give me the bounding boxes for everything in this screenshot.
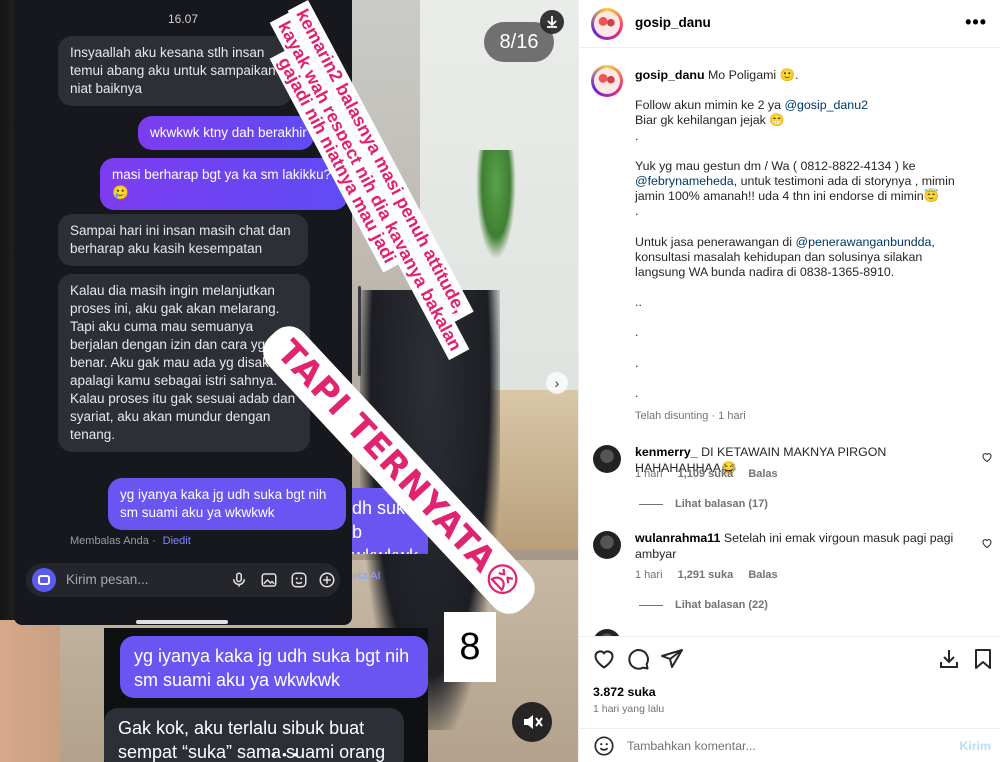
post-caption: gosip_danu Mo Poligami 🙂. Follow akun mi… (635, 68, 975, 424)
post-sidebar: gosip_danu ••• gosip_danu Mo Poligami 🙂.… (578, 0, 1000, 762)
comment-username[interactable]: kenmerry_ (635, 445, 698, 459)
post-time-ago: 1 hari yang lalu (593, 703, 665, 715)
caption-dots: . (635, 355, 639, 370)
chat-bubble-outgoing: wkwkwk ktny dah berakhir (138, 116, 314, 150)
muted-audio-icon[interactable] (512, 702, 552, 742)
comment-time: 1 hari (635, 468, 663, 480)
caption-follow-text: Follow akun mimin ke 2 ya (635, 98, 785, 113)
caption-link-febrynameheda[interactable]: @febrynameheda (635, 174, 734, 188)
avatar[interactable] (593, 629, 621, 636)
page-number-label: 8 (444, 612, 496, 682)
plus-icon (319, 572, 335, 588)
sticker-icon (291, 572, 307, 588)
chat-scrollbar (358, 286, 361, 376)
post-media[interactable]: dh suka b wkwkwk leta AI yg iyanya kaka … (0, 0, 578, 762)
gallery-icon (261, 573, 277, 587)
reply-button[interactable]: Balas (748, 468, 777, 480)
post-header: gosip_danu ••• (579, 0, 1000, 48)
caption-jasa-text: Untuk jasa penerawangan di (635, 234, 796, 249)
chat-bubble-incoming: Sampai hari ini insan masih chat dan ber… (58, 214, 308, 266)
caption-link-gosip-danu2[interactable]: @gosip_danu2 (784, 98, 868, 112)
add-comment-bar: Kirim (579, 728, 1000, 762)
comment-icon[interactable] (626, 647, 650, 671)
reply-button[interactable]: Balas (748, 569, 777, 581)
avatar[interactable] (591, 65, 623, 97)
home-indicator (136, 620, 228, 624)
caption-link-penerawanganbundda[interactable]: @penerawanganbundda (796, 235, 932, 249)
message-composer: Kirim pesan... (26, 563, 340, 597)
comment-like-heart-icon[interactable] (981, 451, 993, 463)
caption-gestun-text: Yuk yg mau gestun dm / Wa ( 0812-8822-41… (635, 158, 916, 173)
chat-bubble-incoming: Insyaallah aku kesana stlh insan temui a… (58, 36, 292, 106)
chat-bubble-outgoing: yg iyanya kaka jg udh suka bgt nih sm su… (108, 478, 346, 530)
caption-dot: . (635, 128, 639, 143)
caption-dot: . (635, 204, 639, 219)
share-icon[interactable] (660, 647, 684, 671)
comment-time: 1 hari (635, 569, 663, 581)
caption-dots: . (635, 325, 639, 340)
caption-username[interactable]: gosip_danu (635, 68, 705, 82)
replied-label: Membalas Anda · Diedit (70, 535, 191, 547)
comment-username[interactable]: wulanrahma11 (635, 531, 720, 545)
avatar[interactable] (593, 531, 621, 559)
comment-meta: 1 hari 1,109 suka Balas (635, 468, 790, 480)
download-icon[interactable] (540, 10, 564, 34)
comment-like-heart-icon[interactable] (981, 537, 993, 549)
avatar[interactable] (591, 8, 623, 40)
comment-likes[interactable]: 1,109 suka (678, 468, 734, 480)
microphone-icon (233, 572, 245, 587)
enlarged-outgoing-bubble: yg iyanya kaka jg udh suka bgt nih sm su… (120, 636, 428, 698)
caption-follow-line2: Biar gk kehilangan jejak 😁 (635, 113, 785, 128)
background-plant (476, 150, 516, 260)
carousel-dots: ● ● ● (271, 750, 300, 759)
emoji-icon[interactable] (593, 735, 615, 757)
like-heart-icon[interactable] (592, 647, 616, 671)
comment-likes[interactable]: 1,291 suka (678, 569, 734, 581)
caption-dots: .. (635, 295, 642, 310)
caption-edited-time: Telah disunting · 1 hari (635, 410, 746, 423)
background-meta-ai-label: leta AI (350, 570, 381, 582)
header-username[interactable]: gosip_danu (635, 15, 711, 30)
download-icon[interactable] (937, 647, 961, 671)
add-comment-input[interactable] (627, 739, 927, 753)
view-replies-button[interactable]: Lihat balasan (17) (639, 498, 768, 510)
comment-meta: 1 hari 1,291 suka Balas (635, 569, 790, 581)
caption-title: Mo Poligami 🙂. (707, 68, 799, 82)
bookmark-icon[interactable] (971, 647, 995, 671)
edited-label: Diedit (162, 535, 191, 547)
comment-text: wulanrahma11 Setelah ini emak virgoun ma… (635, 531, 965, 562)
more-options-icon[interactable]: ••• (965, 12, 987, 33)
enlarged-incoming-bubble: Gak kok, aku terlalu sibuk buat sempat “… (104, 708, 404, 762)
post-actions: 3.872 suka 1 hari yang lalu (579, 636, 1000, 728)
caption-dots: . (635, 385, 639, 400)
view-replies-button[interactable]: Lihat balasan (22) (639, 599, 768, 611)
composer-placeholder: Kirim pesan... (66, 572, 149, 587)
avatar[interactable] (593, 445, 621, 473)
likes-count[interactable]: 3.872 suka (593, 685, 656, 699)
chat-bubble-outgoing: masi berharap bgt ya ka sm lakikku? 🥲 (100, 158, 348, 210)
camera-icon (32, 568, 56, 592)
next-arrow-icon[interactable]: › (546, 372, 568, 394)
comments-section: gosip_danu Mo Poligami 🙂. Follow akun mi… (579, 49, 1000, 636)
background-enlarged-chat: yg iyanya kaka jg udh suka bgt nih sm su… (104, 628, 428, 762)
post-comment-button[interactable]: Kirim (959, 739, 991, 753)
